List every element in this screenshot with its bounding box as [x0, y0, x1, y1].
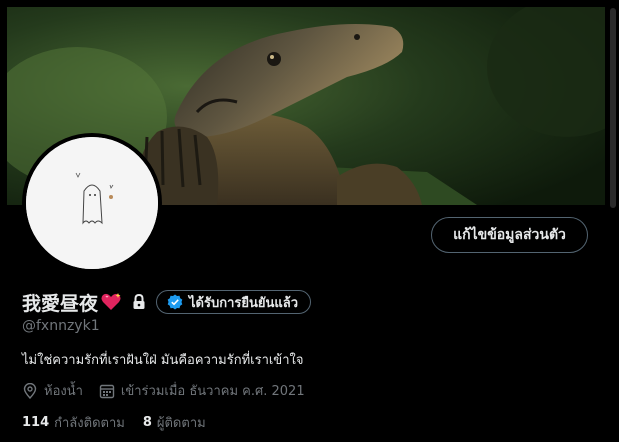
display-name: 我愛昼夜	[22, 292, 99, 315]
ghost-drawing-avatar-image	[26, 137, 158, 269]
profile-meta: ห้องน้ำ เข้าร่วมเมื่อ ธันวาคม ค.ศ. 2021	[22, 380, 305, 401]
scrollbar-thumb[interactable]	[610, 8, 616, 208]
followers-label: ผู้ติดตาม	[156, 416, 206, 431]
location-item: ห้องน้ำ	[22, 380, 83, 401]
location-pin-icon	[23, 382, 37, 399]
location-text: ห้องน้ำ	[44, 384, 83, 399]
verified-badge-icon	[167, 294, 183, 310]
profile-name-row: 我愛昼夜 ได้รับการยืนยันแล้ว	[22, 289, 312, 315]
edit-profile-button[interactable]: แก้ไขข้อมูลส่วนตัว	[431, 217, 588, 253]
joined-item: เข้าร่วมเมื่อ ธันวาคม ค.ศ. 2021	[99, 380, 305, 401]
followers-link[interactable]: 8 ผู้ติดตาม	[143, 412, 206, 433]
profile-avatar[interactable]	[22, 133, 162, 273]
profile-stats: 114 กำลังติดตาม 8 ผู้ติดตาม	[22, 412, 206, 433]
user-handle: @fxnnzyk1	[22, 318, 100, 334]
scrollbar-track[interactable]	[605, 0, 619, 442]
following-label: กำลังติดตาม	[54, 416, 125, 431]
verified-button[interactable]: ได้รับการยืนยันแล้ว	[156, 290, 312, 314]
joined-text: เข้าร่วมเมื่อ ธันวาคม ค.ศ. 2021	[120, 384, 305, 399]
sparkling-heart-icon	[100, 291, 122, 313]
following-count: 114	[22, 415, 50, 430]
following-link[interactable]: 114 กำลังติดตาม	[22, 412, 125, 433]
lock-icon	[132, 293, 146, 310]
followers-count: 8	[142, 415, 152, 430]
profile-bio: ไม่ใช่ความรักที่เราฝันใฝ่ มันคือความรักท…	[22, 353, 304, 368]
calendar-icon	[99, 384, 115, 398]
verified-label: ได้รับการยืนยันแล้ว	[189, 295, 299, 311]
